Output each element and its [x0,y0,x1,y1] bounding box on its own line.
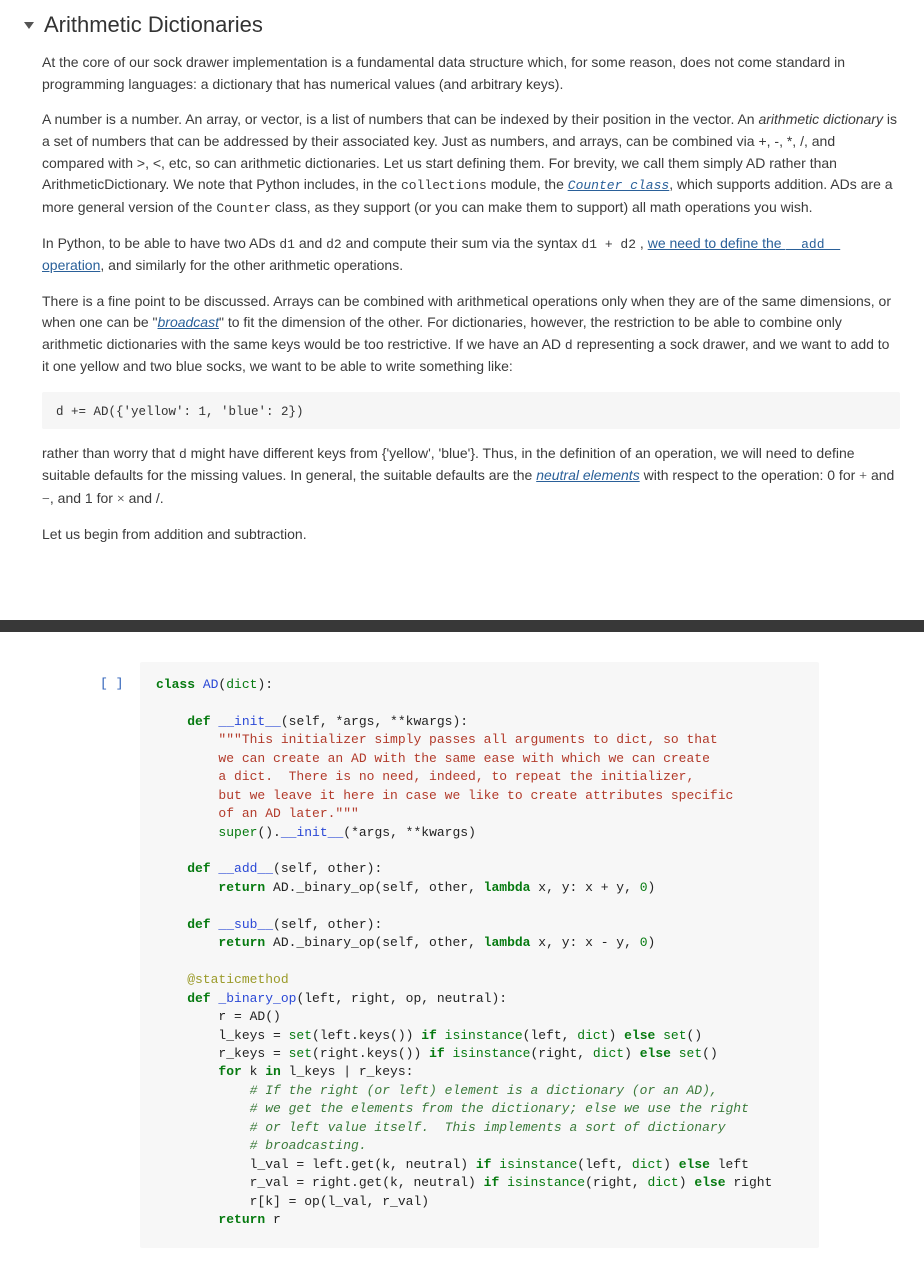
text: and /. [125,490,164,506]
inline-code: d1 [279,237,295,252]
math-op: × [117,492,125,507]
execution-prompt[interactable]: [ ] [100,676,123,691]
inline-code: d2 [326,237,342,252]
text: module, the [487,176,568,192]
text: In Python, to be able to have two ADs [42,235,279,251]
paragraph: In Python, to be able to have two ADs d1… [42,233,900,277]
paragraph: There is a fine point to be discussed. A… [42,291,900,378]
code-text: d += AD({'yellow': 1, 'blue': 2}) [56,405,304,419]
text: with respect to the operation: 0 for [640,467,859,483]
math-op: + [859,469,867,484]
code-cell[interactable]: [ ] class AD(dict): def __init__(self, *… [140,662,819,1248]
text: class, as they support (or you can make … [271,199,813,215]
code-block[interactable]: class AD(dict): def __init__(self, *args… [156,676,801,1230]
text: , and similarly for the other arithmetic… [100,257,403,273]
italic-term: arithmetic dictionary [758,111,883,127]
paragraph: A number is a number. An array, or vecto… [42,109,900,218]
paragraph: Let us begin from addition and subtracti… [42,524,900,546]
code-example-box: d += AD({'yellow': 1, 'blue': 2}) [42,392,900,429]
text: A number is a number. An array, or vecto… [42,111,758,127]
text: and [867,467,894,483]
section-title: Arithmetic Dictionaries [44,12,263,38]
link-text: we need to define the [648,235,786,251]
cell-separator [0,620,924,632]
counter-class-link[interactable]: Counter class [568,176,669,192]
paragraph: At the core of our sock drawer implement… [42,52,900,95]
inline-code: d [565,338,573,353]
link-text: operation [42,257,100,273]
collapse-triangle-icon[interactable] [24,22,34,29]
text-cell: Arithmetic Dictionaries At the core of o… [0,0,924,620]
paragraph: rather than worry that d might have diff… [42,443,900,511]
link-text: Counter class [568,178,669,193]
inline-code: __add__ [785,237,840,252]
inline-code: Counter [216,201,271,216]
inline-code: d [179,447,187,462]
text: and [295,235,326,251]
text: and compute their sum via the syntax [342,235,582,251]
code-cell-wrap: [ ] class AD(dict): def __init__(self, *… [0,632,924,1288]
broadcast-link[interactable]: broadcast [158,314,219,330]
text: rather than worry that [42,445,179,461]
math-op: − [42,492,50,507]
text: , and 1 for [50,490,117,506]
inline-code: collections [401,178,487,193]
inline-code: d1 + d2 [581,237,636,252]
text: , [636,235,648,251]
neutral-elements-link[interactable]: neutral elements [536,467,640,483]
